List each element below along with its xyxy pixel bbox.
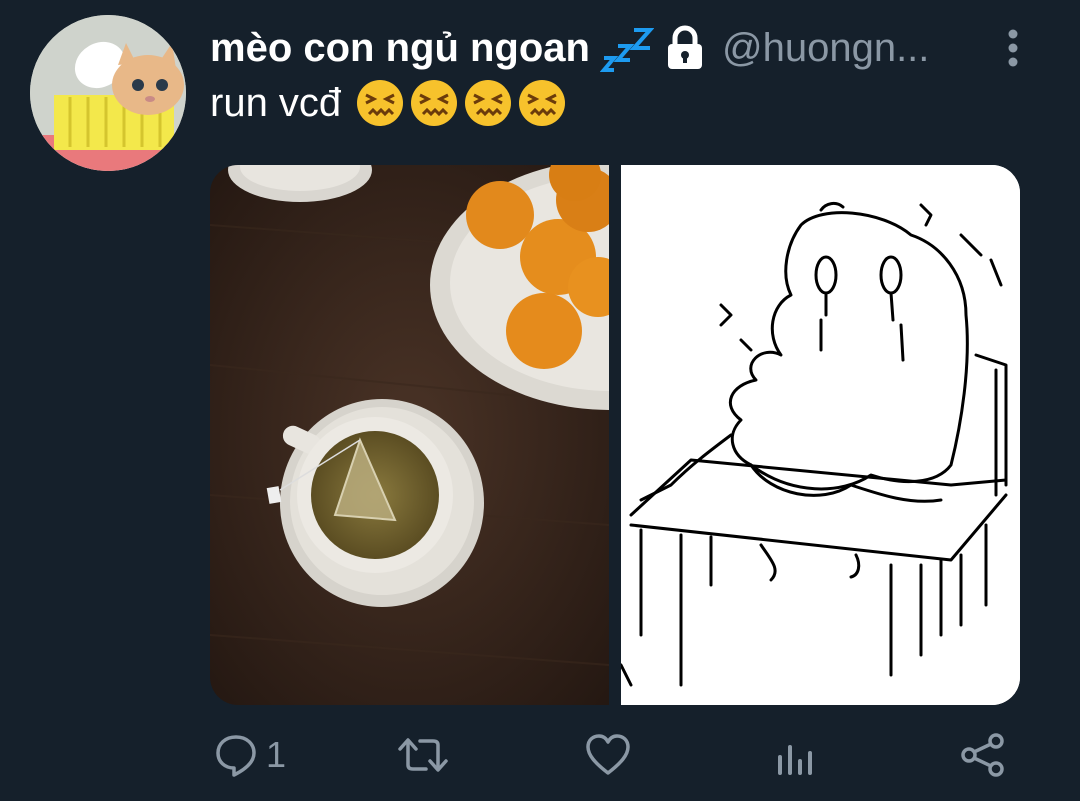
tweet-text: run vcđ bbox=[210, 80, 567, 126]
media-photo-drawing[interactable] bbox=[619, 165, 1020, 705]
display-name[interactable]: mèo con ngủ ngoan bbox=[210, 26, 590, 71]
media-photo-tea[interactable] bbox=[210, 165, 790, 705]
more-options-icon[interactable] bbox=[1006, 28, 1020, 68]
retweet-button[interactable] bbox=[398, 720, 448, 790]
confounded-face-icon bbox=[517, 78, 567, 128]
confounded-face-icon bbox=[355, 78, 405, 128]
tweet-text-content: run vcđ bbox=[210, 80, 342, 125]
media-grid bbox=[210, 165, 1020, 705]
tweet-header: mèo con ngủ ngoan @huongn... bbox=[210, 20, 1060, 76]
zzz-icon bbox=[599, 24, 655, 72]
stats-button[interactable] bbox=[776, 720, 816, 790]
avatar[interactable] bbox=[30, 15, 186, 171]
share-icon bbox=[960, 732, 1006, 778]
tweet-actions: 1 bbox=[0, 720, 1080, 790]
lock-icon bbox=[662, 25, 708, 71]
like-button[interactable] bbox=[585, 720, 631, 790]
confounded-face-icon bbox=[463, 78, 513, 128]
user-handle[interactable]: @huongn... bbox=[722, 26, 929, 71]
share-button[interactable] bbox=[960, 720, 1006, 790]
confounded-face-icon bbox=[409, 78, 459, 128]
reply-icon bbox=[214, 733, 258, 777]
reply-count: 1 bbox=[266, 734, 287, 775]
like-icon bbox=[585, 733, 631, 777]
emoji-group bbox=[355, 78, 567, 128]
stats-icon bbox=[776, 733, 816, 777]
avatar-image bbox=[30, 15, 186, 171]
retweet-icon bbox=[398, 733, 448, 777]
reply-button[interactable]: 1 bbox=[214, 720, 286, 790]
